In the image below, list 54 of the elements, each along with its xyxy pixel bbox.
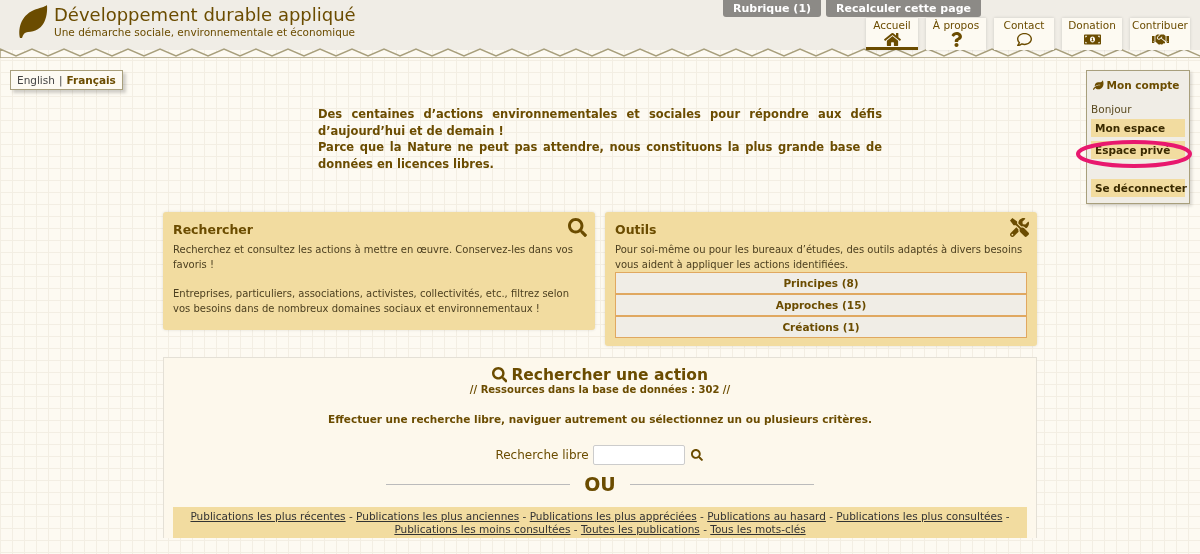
tool-button[interactable]: Approches (15) <box>615 294 1027 316</box>
publication-link[interactable]: Publications les plus récentes <box>190 510 346 522</box>
search-icon <box>568 218 587 237</box>
account-link[interactable]: Mon espace <box>1091 119 1185 137</box>
publication-link[interactable]: Publications les plus appréciées <box>529 510 697 522</box>
card-text: Entreprises, particuliers, associations, activistes, collectivités, etc., filtrez selon vos besoins dans de nombreux domaines sociaux et environnementaux ! <box>173 287 570 316</box>
dash: - <box>699 510 705 522</box>
dash: - <box>347 510 354 522</box>
resource-count: // Ressources dans la base de données : 302 // <box>469 384 731 395</box>
card-text: Recherchez et consultez les actions à mettre en œuvre. Conservez-les dans vos favoris ! <box>173 243 574 272</box>
nav-tab[interactable]: Donation <box>1062 18 1122 50</box>
or-separator: OU <box>584 473 616 495</box>
card-title: Rechercher <box>173 222 253 238</box>
home-icon <box>883 32 901 47</box>
dash: - <box>572 523 579 535</box>
separator: | <box>58 74 63 86</box>
field-label: Recherche libre <box>495 448 589 462</box>
tool-button[interactable]: Créations (1) <box>615 316 1027 338</box>
leaf-icon <box>1093 79 1104 91</box>
nav-tab[interactable]: Contact <box>994 18 1054 50</box>
tool-button[interactable]: Principes (8) <box>615 272 1027 294</box>
account-link[interactable]: Se déconnecter <box>1091 179 1185 197</box>
publication-link[interactable]: Publications les moins consultées <box>394 523 571 535</box>
intro-text: Parce que la Nature ne peut pas attendre, nous constituons la plus grande base de données en licences libres. <box>318 139 882 172</box>
nav-tab[interactable]: Accueil <box>866 18 918 50</box>
publication-link[interactable]: Toutes les publications <box>580 523 700 535</box>
greeting-text: Bonjour <box>1091 103 1133 115</box>
card-title: Outils <box>615 222 657 238</box>
nav-tab[interactable]: À propos <box>926 18 986 50</box>
dash: - <box>828 510 834 522</box>
site-title: Développement durable appliqué <box>54 4 356 26</box>
dash: - <box>702 523 708 535</box>
search-icon <box>491 367 508 383</box>
tools-icon <box>1010 218 1029 237</box>
publication-link[interactable]: Publications au hasard <box>707 510 826 522</box>
chat-icon <box>1015 32 1033 47</box>
publication-link[interactable]: Tous les mots-clés <box>710 523 806 535</box>
language-link[interactable]: English <box>17 74 55 86</box>
card-text: Pour soi-même ou pour les bureaux d’études, des outils adaptés à divers besoins vous aident à appliquer les actions identifiées. <box>615 243 1024 272</box>
publication-link[interactable]: Publications les plus consultées <box>836 510 1003 522</box>
site-subtitle: Une démarche sociale, environnementale et économique <box>54 26 356 39</box>
dash: - <box>521 510 528 522</box>
intro-text: Des centaines d’actions environnementales et sociales pour répondre aux défis d’aujourd’hui et de demain ! <box>318 106 882 139</box>
instructions-text: Effectuer une recherche libre, naviguer autrement ou sélectionnez un ou plusieurs critères. <box>328 413 872 425</box>
language-link[interactable]: Français <box>66 74 116 86</box>
search-button[interactable] <box>688 447 705 463</box>
panel-title: Rechercher une action <box>511 366 709 384</box>
handshake-icon <box>1151 32 1169 47</box>
search-field[interactable] <box>592 445 685 465</box>
money-icon <box>1083 32 1101 47</box>
nav-tab[interactable]: Contribuer <box>1130 18 1190 50</box>
publication-link[interactable]: Publications les plus anciennes <box>356 510 520 522</box>
account-title: Mon compte <box>1106 79 1180 91</box>
dash: - <box>1004 510 1010 522</box>
